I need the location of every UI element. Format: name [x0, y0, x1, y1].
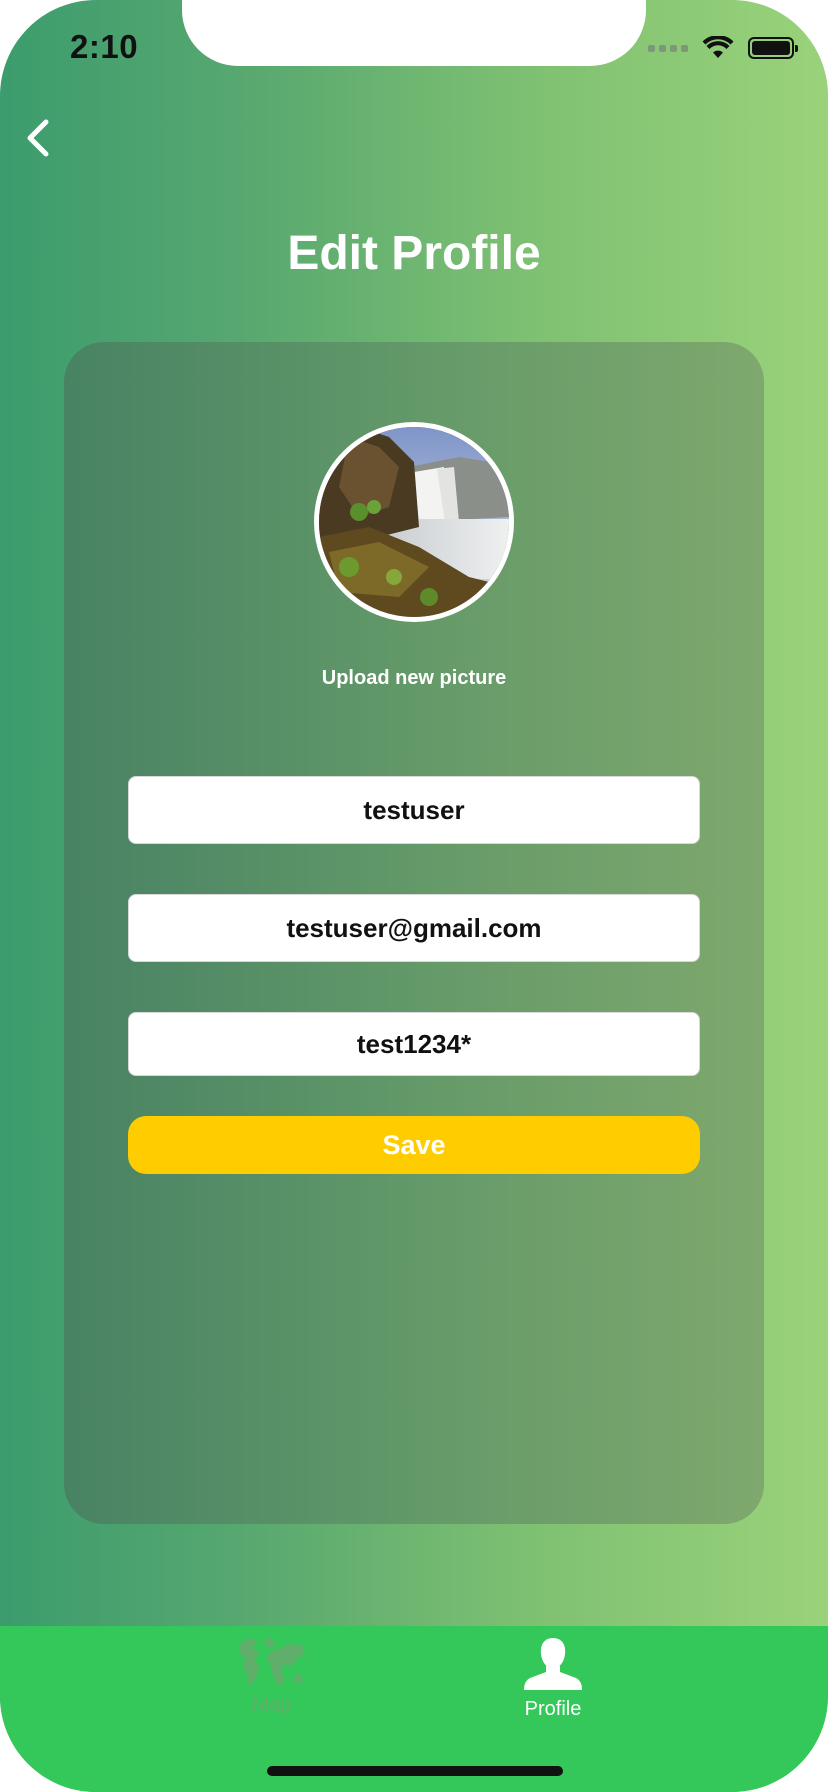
status-icons	[648, 36, 798, 60]
page-title: Edit Profile	[287, 227, 541, 280]
wifi-icon	[702, 36, 734, 58]
phone-screen: 2:10 Edit Profile Upload new picture tes…	[0, 0, 828, 1792]
chevron-left-icon	[27, 119, 49, 157]
status-time: 2:10	[70, 28, 139, 65]
notch	[182, 0, 646, 66]
profile-avatar[interactable]	[314, 422, 514, 622]
status-bar: 2:10	[0, 0, 828, 100]
upload-picture-link[interactable]: Upload new picture	[64, 667, 764, 690]
tab-profile[interactable]: Profile	[493, 1636, 613, 1721]
cellular-signal-icon	[648, 44, 688, 52]
home-indicator	[267, 1766, 563, 1776]
back-button[interactable]	[18, 112, 62, 164]
waterfall-landscape-image	[319, 427, 509, 617]
tab-map[interactable]: Map	[212, 1636, 332, 1717]
username-field[interactable]: testuser	[128, 776, 700, 844]
person-icon	[524, 1638, 582, 1690]
save-button[interactable]: Save	[128, 1116, 700, 1174]
email-field[interactable]: testuser@gmail.com	[128, 894, 700, 962]
tab-map-label: Map	[252, 1694, 292, 1716]
password-field[interactable]: test1234*	[128, 1012, 700, 1076]
tab-profile-label: Profile	[524, 1698, 582, 1720]
world-map-icon	[239, 1638, 305, 1686]
battery-icon	[748, 37, 798, 59]
profile-card: Upload new picture testuser testuser@gma…	[64, 342, 764, 1524]
